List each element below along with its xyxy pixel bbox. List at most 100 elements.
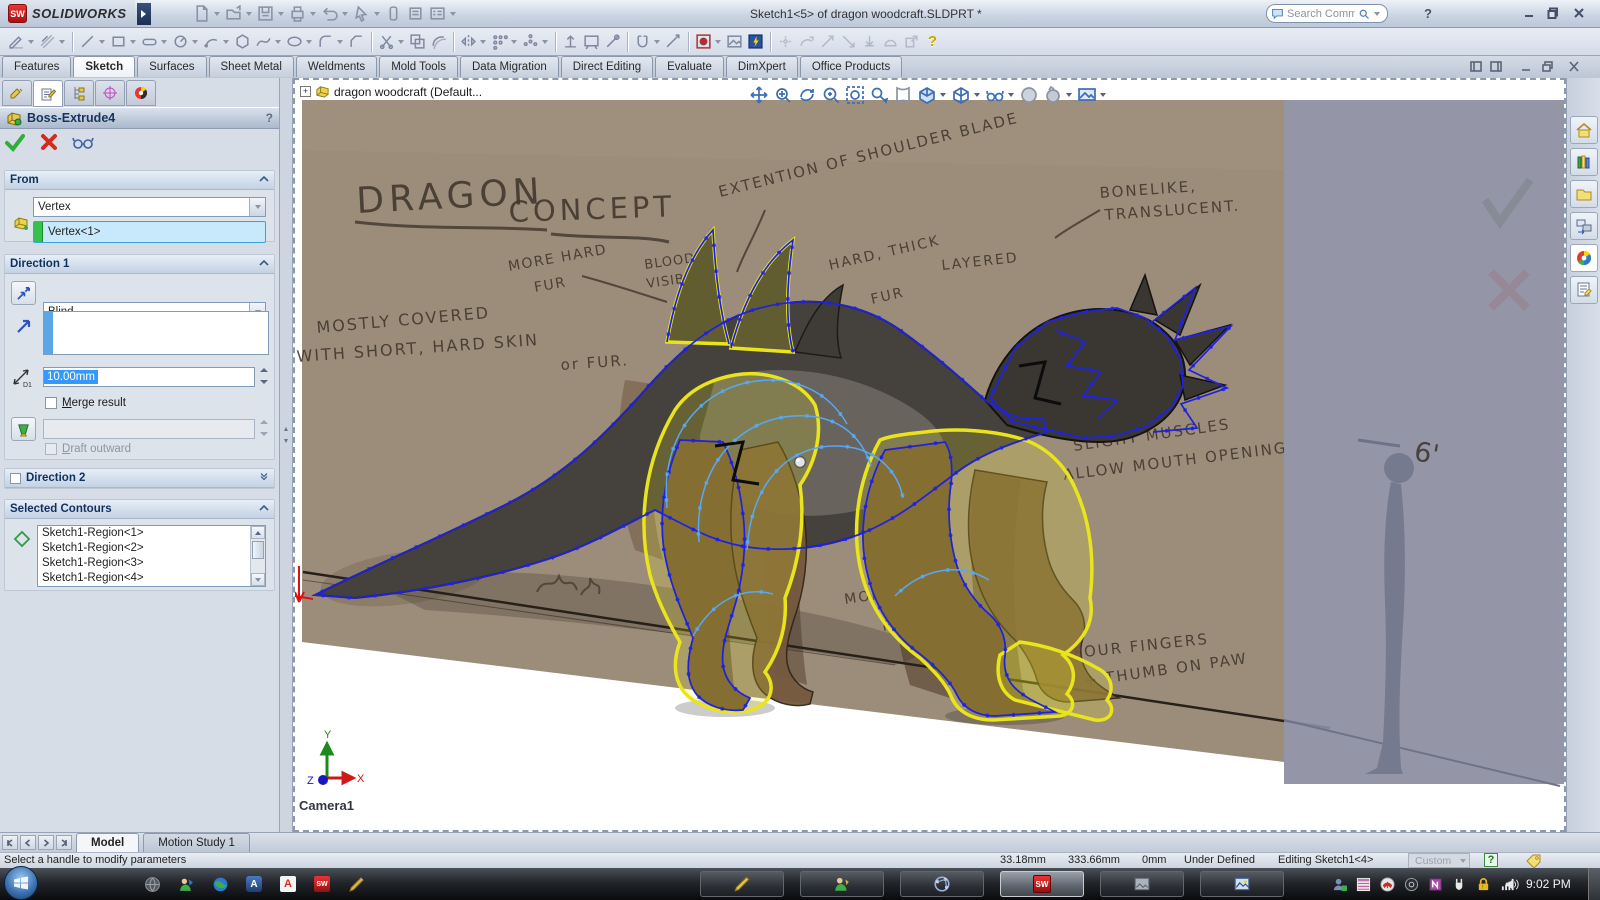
close-button[interactable] — [1570, 5, 1588, 21]
tab-mold-tools[interactable]: Mold Tools — [379, 56, 458, 77]
quicklaunch-google-earth-icon[interactable] — [210, 874, 230, 894]
units-dropdown[interactable]: Custom — [1408, 853, 1470, 868]
solidworks-resources-icon[interactable] — [1570, 116, 1598, 144]
quicklaunch-globe-icon[interactable] — [142, 874, 162, 894]
doc-minimize-button[interactable] — [1517, 59, 1534, 74]
polygon-tool-icon[interactable] — [232, 31, 253, 53]
sketch-picture-icon[interactable] — [724, 31, 745, 53]
pane-right-button[interactable] — [1487, 59, 1504, 74]
feature-manager-tab[interactable] — [2, 80, 32, 106]
tab-sketch[interactable]: Sketch — [73, 56, 135, 77]
anchor-tool-icon[interactable] — [859, 31, 880, 53]
tray-volume-icon[interactable] — [1504, 877, 1519, 892]
ellipse-tool-icon[interactable] — [284, 31, 305, 53]
display-style-icon[interactable] — [949, 83, 973, 107]
display-manager-tab[interactable] — [126, 80, 156, 106]
contour-item[interactable]: Sketch1-Region<3> — [38, 556, 265, 571]
minimize-button[interactable] — [1520, 5, 1538, 21]
tab-direct-editing[interactable]: Direct Editing — [561, 56, 653, 77]
slot-tool-icon[interactable] — [139, 31, 160, 53]
trim-tool-icon[interactable] — [376, 31, 397, 53]
tab-surfaces[interactable]: Surfaces — [137, 56, 206, 77]
new-icon[interactable] — [191, 3, 213, 25]
cancel-button[interactable] — [40, 133, 58, 151]
status-help-icon[interactable]: ? — [1484, 853, 1498, 867]
search-community-forum-input[interactable]: Search Community Forum — [1266, 4, 1388, 23]
fillet-tool-icon[interactable] — [315, 31, 336, 53]
contour-list-scrollbar[interactable] — [250, 526, 265, 586]
tab-data-migration[interactable]: Data Migration — [460, 56, 559, 77]
options-icon[interactable] — [427, 3, 449, 25]
collapse-chevron-icon[interactable] — [259, 258, 269, 270]
tree-expand-icon[interactable]: + — [300, 86, 311, 97]
file-explorer-icon[interactable] — [1570, 180, 1598, 208]
save-icon[interactable] — [255, 3, 277, 25]
clipboard-icon[interactable] — [383, 3, 405, 25]
direction2-group-header[interactable]: Direction 2 — [5, 469, 274, 488]
tab-dimxpert[interactable]: DimXpert — [726, 56, 798, 77]
undo-icon[interactable] — [319, 3, 341, 25]
search-icon[interactable] — [1358, 8, 1370, 20]
convert-entities-icon[interactable] — [407, 31, 428, 53]
view-palette-icon[interactable] — [1570, 212, 1598, 240]
tab-scroll-first[interactable] — [2, 835, 18, 850]
shaded-icon[interactable] — [1017, 83, 1041, 107]
tab-scroll-last[interactable] — [56, 835, 72, 850]
from-group-header[interactable]: From — [5, 171, 274, 190]
mirror-entities-icon[interactable] — [458, 31, 479, 53]
section-view-icon[interactable] — [891, 83, 915, 107]
taskbar-button-solidworks[interactable]: SW — [1000, 871, 1084, 897]
direction1-group-header[interactable]: Direction 1 — [5, 255, 274, 274]
contour-listbox[interactable]: Sketch1-Region<1> Sketch1-Region<2> Sket… — [37, 525, 266, 587]
repair-sketch-icon[interactable] — [602, 31, 623, 53]
motion-study-tab[interactable]: Motion Study 1 — [143, 833, 250, 852]
sketch-tool-icon[interactable] — [6, 31, 27, 53]
graphics-viewport[interactable]: + dragon woodcraft (Default... — [293, 78, 1566, 832]
magnifier-icon[interactable] — [867, 83, 891, 107]
tab-sheet-metal[interactable]: Sheet Metal — [209, 56, 294, 77]
tray-security-alert-icon[interactable]: ! — [1474, 875, 1492, 893]
direction2-checkbox[interactable] — [10, 473, 21, 484]
tray-recorder-icon[interactable] — [1402, 875, 1420, 893]
circle-tool-icon[interactable] — [170, 31, 191, 53]
expand-chevron-icon[interactable] — [259, 472, 269, 484]
contour-item[interactable]: Sketch1-Region<4> — [38, 571, 265, 586]
hide-show-items-icon[interactable] — [983, 83, 1007, 107]
ok-button[interactable] — [4, 132, 26, 152]
arrow-ne-icon[interactable] — [817, 31, 838, 53]
file-properties-icon[interactable] — [405, 3, 427, 25]
select-icon[interactable] — [351, 3, 373, 25]
dome-tool-icon[interactable] — [880, 31, 901, 53]
export-tool-icon[interactable] — [901, 31, 922, 53]
tab-features[interactable]: Features — [2, 56, 71, 77]
arc-tool-icon[interactable] — [201, 31, 222, 53]
tray-avira-icon[interactable] — [1378, 875, 1396, 893]
chamfer-tool-icon[interactable] — [346, 31, 367, 53]
quicklaunch-autocad-icon[interactable]: A — [244, 874, 264, 894]
help-icon[interactable]: ? — [1424, 6, 1432, 21]
zoom-to-area-icon[interactable] — [819, 83, 843, 107]
linear-pattern-icon[interactable] — [489, 31, 510, 53]
tab-weldments[interactable]: Weldments — [296, 56, 377, 77]
custom-properties-icon[interactable] — [1570, 276, 1598, 304]
smart-dimension-icon[interactable] — [37, 31, 58, 53]
quick-snaps-icon[interactable] — [632, 31, 653, 53]
property-manager-scrollbar[interactable]: ▲ ▼ — [280, 78, 293, 832]
line-tool-icon[interactable] — [77, 31, 98, 53]
model-tab[interactable]: Model — [76, 833, 139, 852]
spline-tool-icon[interactable] — [253, 31, 274, 53]
contour-item[interactable]: Sketch1-Region<2> — [38, 541, 265, 556]
no-solve-move-icon[interactable] — [663, 31, 684, 53]
search-options-caret[interactable] — [1374, 12, 1380, 16]
taskbar-button-pen-app[interactable] — [700, 871, 784, 897]
print-icon[interactable] — [287, 3, 309, 25]
draft-button[interactable] — [11, 417, 36, 441]
instant3d-icon[interactable] — [693, 31, 714, 53]
pan-icon[interactable] — [747, 83, 771, 107]
menu-expand-arrow[interactable] — [137, 3, 151, 25]
tab-evaluate[interactable]: Evaluate — [655, 56, 724, 77]
scroll-up-arrow[interactable] — [251, 526, 265, 539]
rotate-view-icon[interactable] — [795, 83, 819, 107]
scroll-nub-up[interactable]: ▲ — [282, 426, 290, 434]
tab-scroll-next[interactable] — [38, 835, 54, 850]
